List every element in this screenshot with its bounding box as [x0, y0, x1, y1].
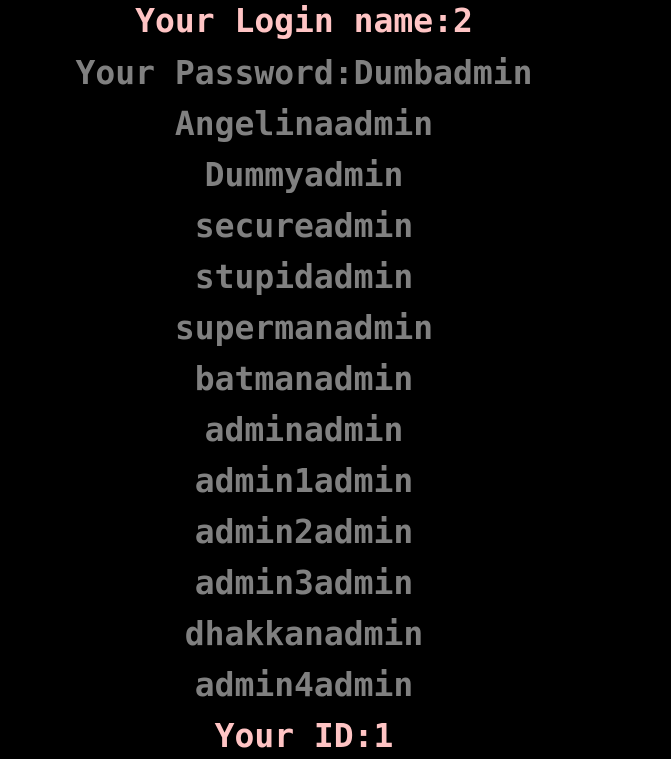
- password-list-item: stupidadmin: [194, 257, 414, 296]
- password-list-item: supermanadmin: [174, 308, 434, 347]
- password-list-item: batmanadmin: [194, 359, 414, 398]
- terminal-output: Your Login name:2 Your Password:Dumbadmi…: [0, 0, 671, 759]
- login-name-line: Your Login name:2: [135, 1, 473, 40]
- password-list-item: Dummyadmin: [204, 155, 404, 194]
- id-line: Your ID:1: [214, 716, 394, 755]
- password-list-item: admin3admin: [194, 563, 414, 602]
- password-list-item: adminadmin: [204, 410, 404, 449]
- password-list-item: admin4admin: [194, 665, 414, 704]
- password-list-item: dhakkanadmin: [184, 614, 424, 653]
- password-list-item: admin2admin: [194, 512, 414, 551]
- password-list-item: admin1admin: [194, 461, 414, 500]
- password-list-item: Angelinaadmin: [174, 104, 434, 143]
- password-line: Your Password:Dumbadmin: [75, 53, 533, 92]
- password-list-item: secureadmin: [194, 206, 414, 245]
